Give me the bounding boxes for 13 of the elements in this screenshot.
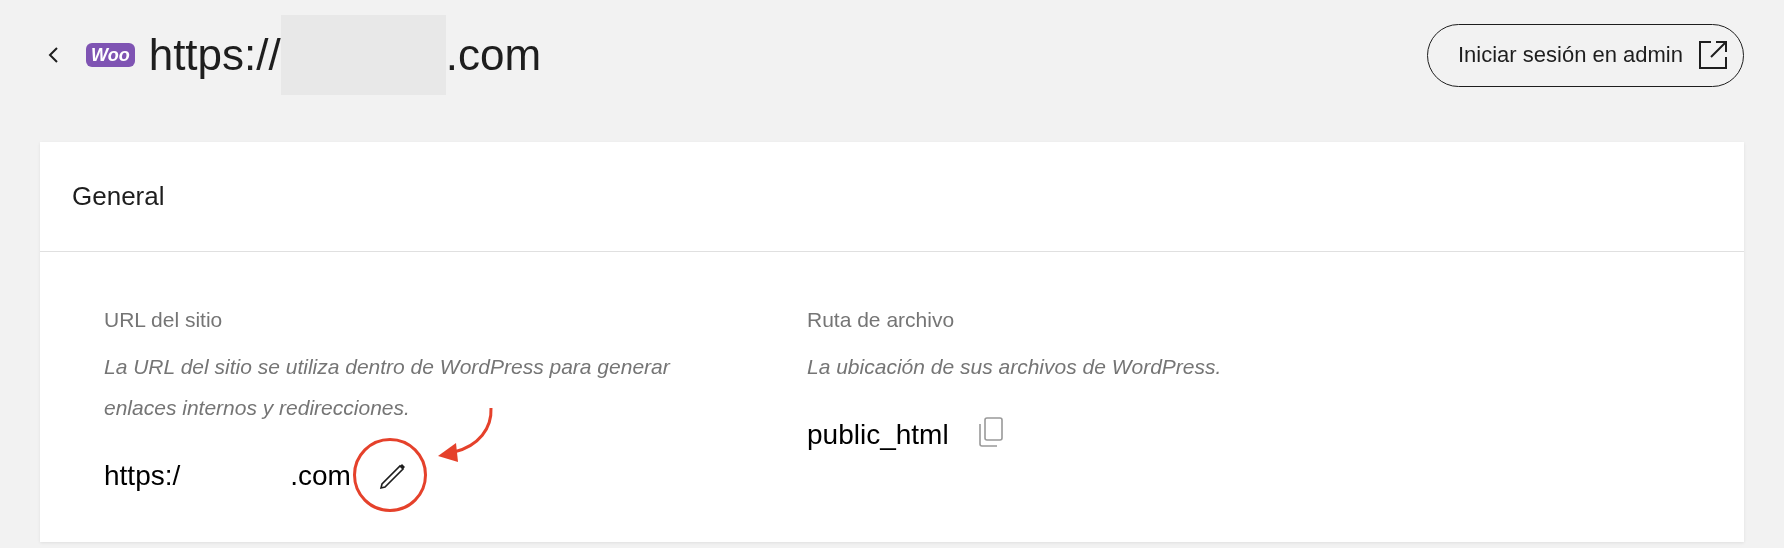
pencil-icon[interactable]	[377, 461, 408, 491]
site-title: https://	[148, 30, 281, 80]
woo-logo: Woo	[86, 43, 135, 67]
card-title: General	[72, 181, 165, 212]
field-value: .com	[290, 460, 351, 492]
field-description: La ubicación de sus archivos de WordPress.	[807, 354, 1223, 380]
site-title: .com	[445, 30, 542, 80]
field-label: Ruta de archivo	[807, 308, 956, 332]
external-link-icon	[1697, 39, 1729, 71]
field-value: public_html	[807, 419, 949, 451]
field-value: https:/	[104, 460, 181, 492]
field-description: La URL del sitio se utiliza dentro de WordPress para generar enlaces internos y redirecciones.	[104, 354, 672, 421]
field-label: URL del sitio	[104, 308, 224, 332]
